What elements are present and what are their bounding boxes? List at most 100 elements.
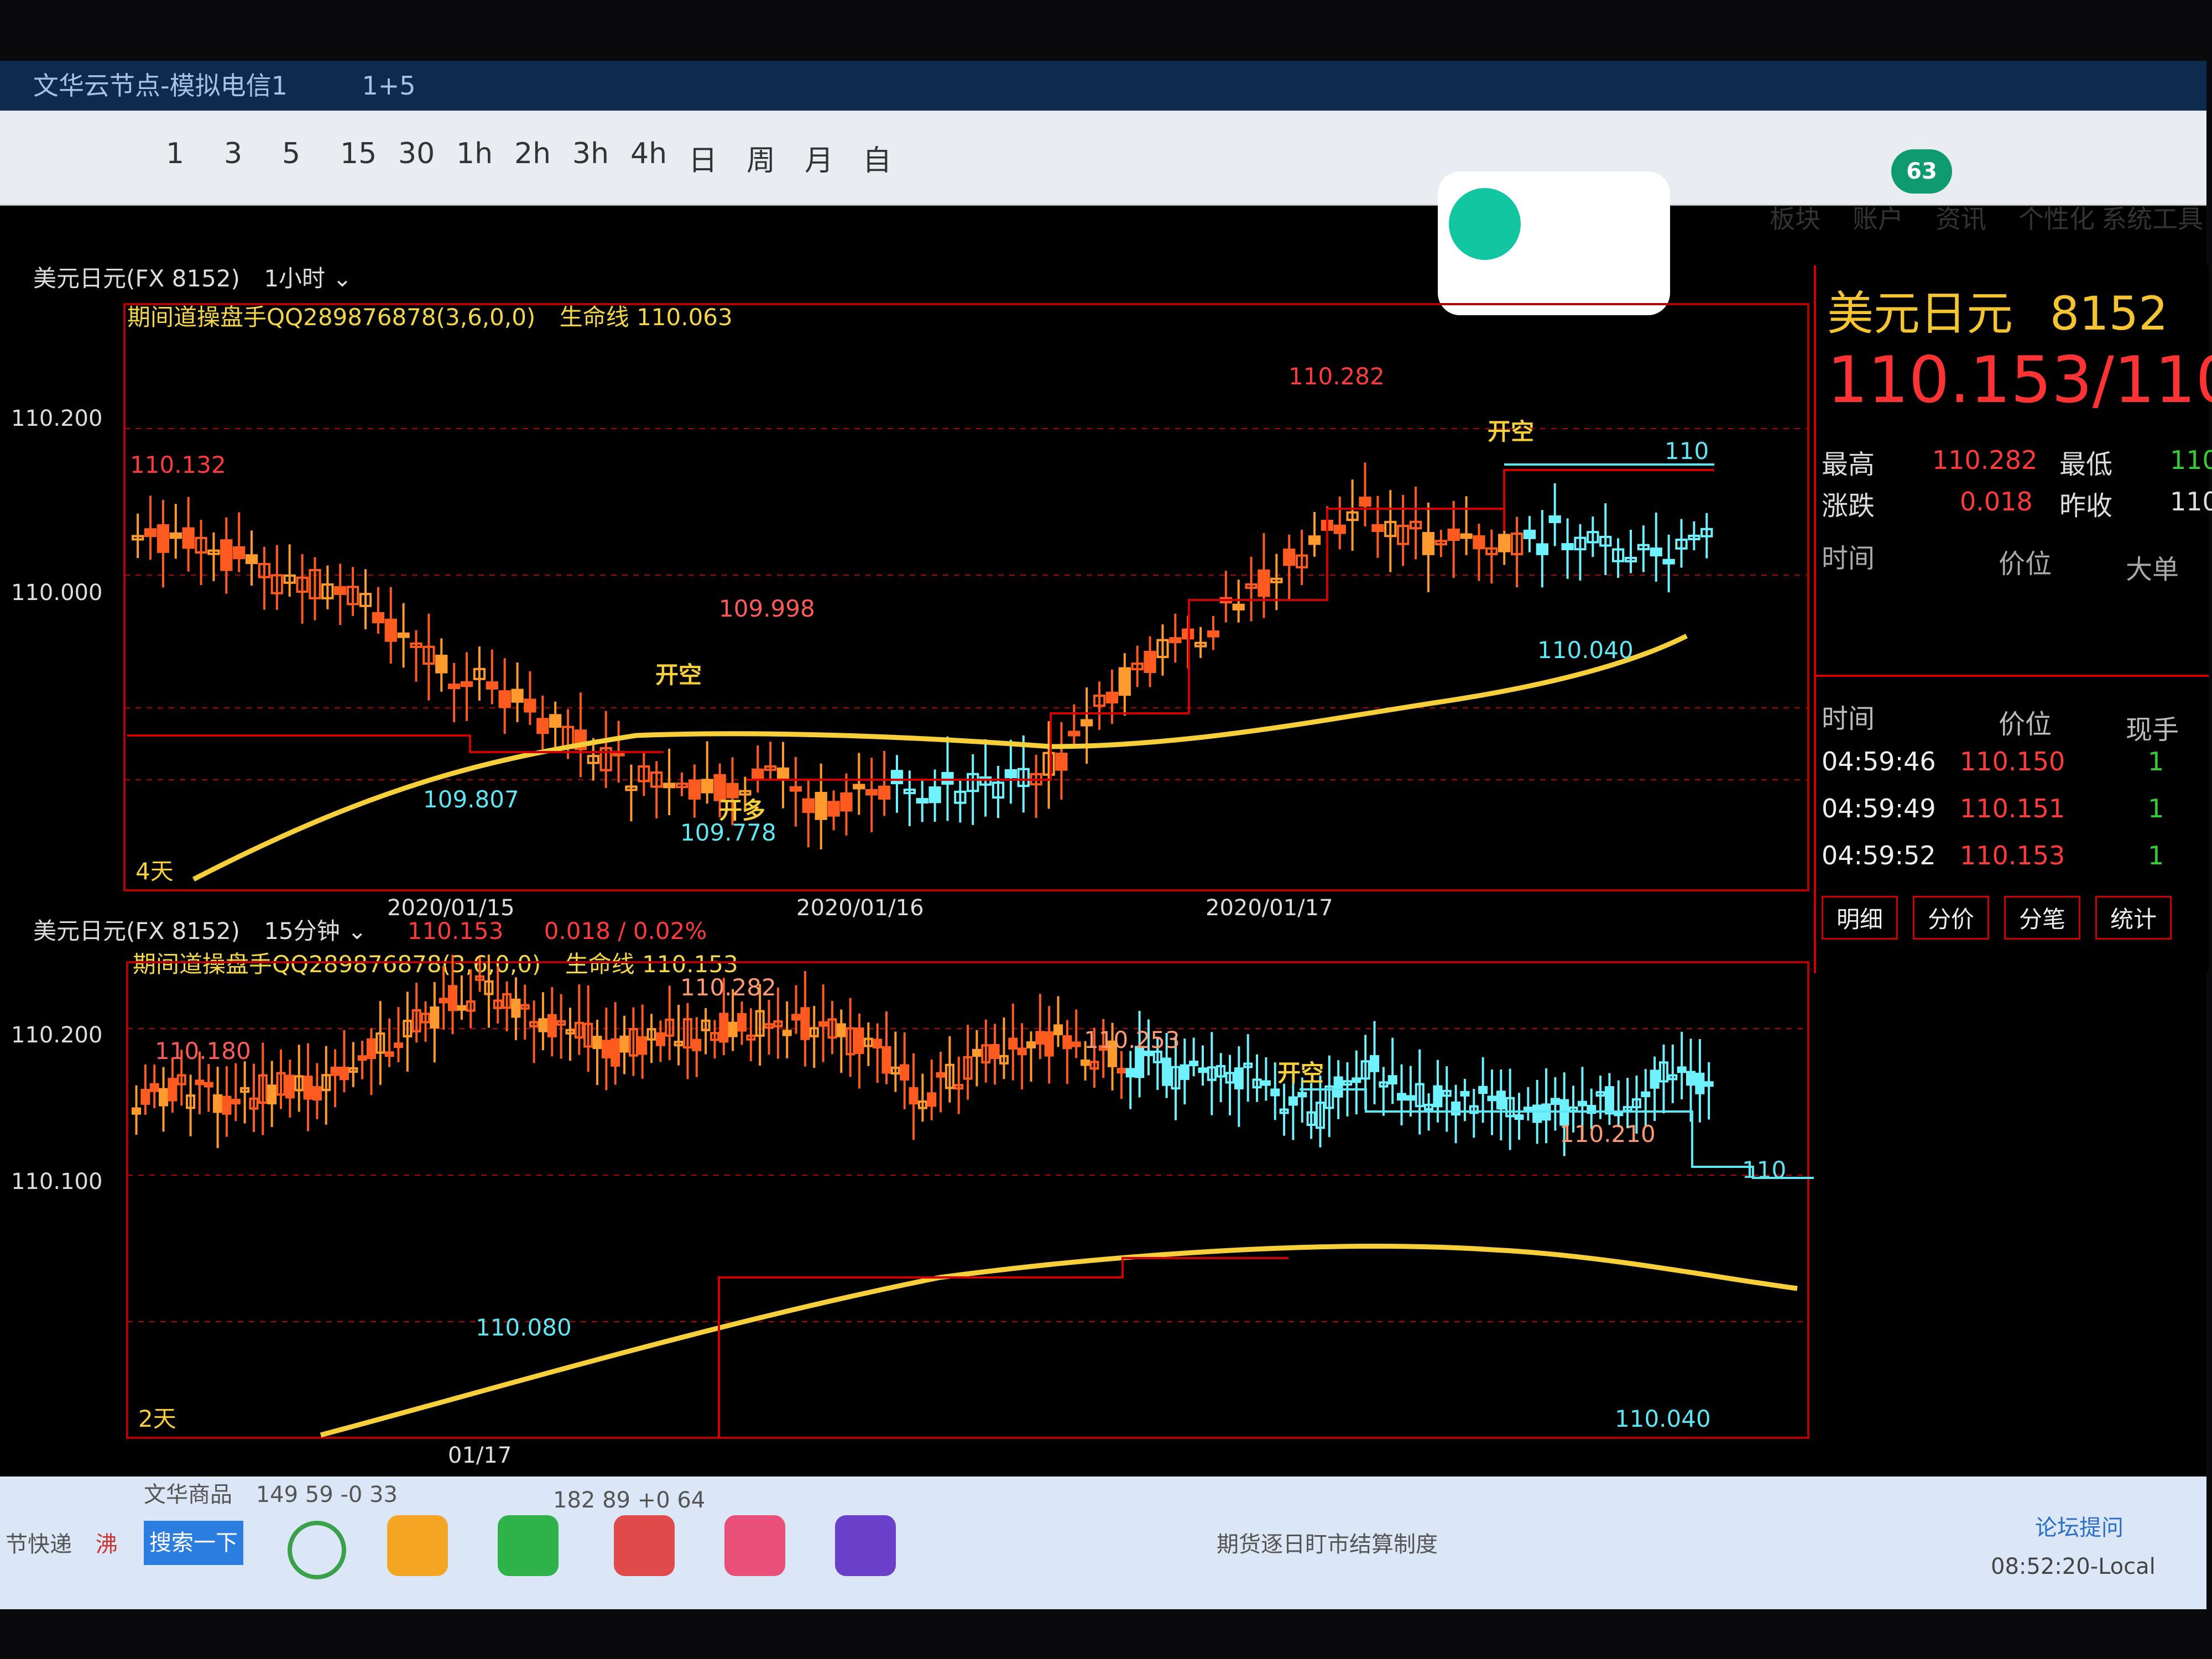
candle-body (928, 786, 941, 804)
candle-body (1406, 1095, 1416, 1101)
candle-body (448, 985, 458, 1011)
quote-panel: 美元日元 8152 110.153/110.1 最高 110.282 最低 11… (1814, 265, 2212, 973)
candle-body (1283, 549, 1296, 566)
candle-body (692, 1039, 702, 1051)
period-button[interactable]: 15 (340, 137, 377, 170)
candle-body (1460, 533, 1473, 539)
app-icon-1[interactable] (387, 1515, 448, 1576)
y-axis-label: 110.000 (11, 580, 102, 606)
app-icon-4[interactable] (724, 1515, 785, 1576)
candle-body (1189, 1061, 1199, 1067)
candle-body (538, 1018, 548, 1032)
candle-body (854, 1027, 864, 1055)
price-annotation: 110.282 (680, 974, 776, 1001)
menu-item[interactable]: 资讯 (1936, 199, 1986, 236)
ticker1-name: 文华商品 (144, 1482, 232, 1507)
period-button[interactable]: 5 (282, 137, 300, 170)
candle-body (1352, 1077, 1361, 1083)
panel-tab[interactable]: 明细 (1822, 896, 1898, 940)
period-button[interactable]: 1 (166, 137, 184, 170)
chart-15m[interactable]: 美元日元(FX 8152) 15分钟 ⌄ 110.153 0.018 / 0.0… (0, 917, 1814, 1477)
price-annotation: 110.253 (1084, 1026, 1180, 1053)
candle-body (1081, 719, 1093, 727)
menu-item[interactable]: 个性化 (2018, 199, 2095, 236)
candle-body (231, 1099, 241, 1105)
candle-body (1117, 1068, 1126, 1074)
period-button[interactable]: 3 (224, 137, 242, 170)
candle-body (1433, 1085, 1443, 1108)
menu-item[interactable]: 账户 (1853, 199, 1903, 236)
app-icon-5[interactable] (835, 1515, 896, 1576)
candle-body (1523, 529, 1536, 539)
period-button[interactable]: 周 (747, 137, 775, 179)
candle-body (486, 681, 498, 690)
tick-vol: 1 (2148, 794, 2164, 823)
stop-line (1300, 1088, 1814, 1179)
panel-tab[interactable]: 统计 (2095, 896, 2172, 940)
forum-link[interactable]: 论坛提问 (2035, 1510, 2124, 1542)
candle-body (1686, 1071, 1696, 1086)
period-button[interactable]: 1h (456, 137, 493, 170)
browser-icon[interactable] (288, 1521, 346, 1579)
app-icon-2[interactable] (498, 1515, 559, 1576)
candle-body (655, 1032, 665, 1046)
period-button[interactable]: 月 (805, 137, 833, 179)
h2-price: 价位 (1999, 709, 2052, 740)
candle-body (737, 1013, 747, 1032)
candle-body (726, 782, 739, 799)
candle-body (1359, 497, 1371, 507)
panel-tab[interactable]: 分笔 (2004, 896, 2081, 940)
chart1-canvas[interactable]: 110.200110.0002020/01/15 2020/01/16 2020/0… (0, 199, 1814, 924)
notification-badge[interactable]: 63 (1891, 149, 1952, 194)
tick-time: 04:59:46 (1822, 747, 1936, 776)
price-annotation: 110.282 (1288, 363, 1385, 390)
price-annotation: 110 (1742, 1156, 1786, 1183)
candle-body (1447, 528, 1460, 541)
candle-body (728, 1021, 738, 1037)
h2-time: 时间 (1822, 703, 1875, 734)
chart-1h[interactable]: 美元日元(FX 8152) 1小时 ⌄ 期间道操盘手QQ289876878(3,… (0, 199, 1814, 924)
low-value: 110 (2170, 445, 2212, 475)
candle-body (1460, 1091, 1470, 1097)
notice-text[interactable]: 期货逐日盯市结算制度 (1217, 1526, 1438, 1558)
h1-time: 时间 (1822, 543, 1875, 574)
search-button[interactable]: 搜索一下 (144, 1521, 243, 1565)
period-button[interactable]: 自 (863, 137, 891, 179)
h1-vol: 大单 (2126, 554, 2179, 585)
candle-body (592, 1036, 602, 1049)
tick-price: 110.150 (1960, 747, 2065, 776)
candle-body (1144, 650, 1156, 673)
candle-body (1397, 1093, 1407, 1101)
candle-body (752, 768, 764, 780)
period-button[interactable]: 4h (630, 137, 667, 170)
candle-body (1044, 1031, 1054, 1057)
candle-body (1017, 1047, 1027, 1056)
candle-body (1288, 1096, 1298, 1106)
window-sub: 1+5 (362, 71, 416, 101)
period-button[interactable]: 3h (572, 137, 609, 170)
candle-body (916, 798, 928, 804)
candle-body (524, 698, 536, 713)
candle-body (873, 1039, 883, 1048)
candle-body (1308, 535, 1321, 545)
x-axis-label: 2020/01/16 (796, 895, 924, 921)
candle-body (457, 1005, 467, 1011)
candle-body (222, 1095, 232, 1115)
chart2-canvas[interactable]: 110.200 110.100 01/17 2天 110.282 110.253 110.1… (0, 924, 1814, 1477)
candle-body (1198, 1067, 1208, 1073)
h2-vol: 现手 (2126, 714, 2179, 745)
candle-body (1478, 1086, 1488, 1094)
app-icon-3[interactable] (614, 1515, 675, 1576)
candle-body (511, 998, 521, 1018)
price-annotation: 109.998 (719, 595, 815, 622)
period-button[interactable]: 日 (688, 137, 717, 179)
period-button[interactable]: 30 (398, 137, 435, 170)
candle-body (1662, 559, 1675, 565)
ticker1-vals: 149 59 -0 33 (255, 1482, 398, 1507)
period-button[interactable]: 2h (514, 137, 551, 170)
menu-item[interactable]: 系统工具 (2101, 199, 2203, 236)
panel-tab[interactable]: 分价 (1913, 896, 1990, 940)
prev-label: 昨收 (2059, 491, 2113, 521)
tick-price: 110.151 (1960, 794, 2065, 823)
price-annotation: 开空 (1277, 1060, 1324, 1087)
